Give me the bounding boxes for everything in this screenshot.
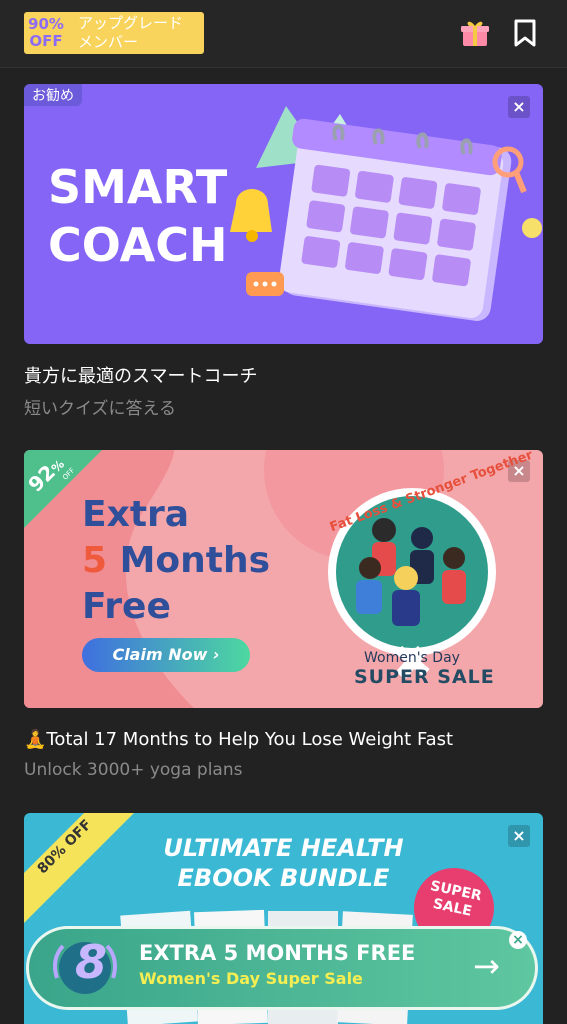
upgrade-label: アップグレード メンバー [78, 14, 183, 52]
upgrade-label-line2: メンバー [78, 33, 139, 51]
arrow-right-icon: → [473, 947, 500, 985]
smart-coach-card[interactable]: お勧め × SMART COACH [24, 84, 543, 344]
extra-months-card[interactable]: 92% OFF × Extra 5 Months Free Claim Now … [24, 450, 543, 708]
smart-coach-heading-line2: COACH [48, 218, 228, 272]
upgrade-discount-pct: 90% [28, 15, 64, 33]
card-subtitle: 短いクイズに答える [24, 399, 176, 419]
gift-icon[interactable] [460, 18, 490, 48]
promo-headline-number: 5 [82, 540, 108, 581]
claim-now-button[interactable]: Claim Now › [82, 638, 250, 672]
upgrade-member-button[interactable]: 90% OFF アップグレード メンバー [24, 12, 204, 54]
upgrade-discount: 90% OFF [24, 16, 68, 50]
card-title-text: Total 17 Months to Help You Lose Weight … [46, 729, 454, 750]
bookmark-icon[interactable] [512, 19, 538, 47]
card-title: 🧘Total 17 Months to Help You Lose Weight… [24, 729, 453, 750]
card-subtitle: Unlock 3000+ yoga plans [24, 760, 243, 780]
floating-banner-title: EXTRA 5 MONTHS FREE [139, 941, 416, 965]
event-name: Women's Day [364, 650, 460, 666]
smart-coach-heading-line1: SMART [48, 160, 228, 214]
smart-coach-heading: SMART COACH [48, 158, 228, 274]
meditation-icon: 🧘 [24, 729, 47, 750]
promo-headline: Extra 5 Months Free [82, 492, 270, 630]
close-icon[interactable]: × [509, 931, 527, 949]
promo-headline-months: Months [119, 540, 271, 581]
promo-headline-line3: Free [82, 586, 171, 627]
floating-promo-banner[interactable]: 8 EXTRA 5 MONTHS FREE Women's Day Super … [26, 926, 538, 1010]
floating-banner-subtitle: Women's Day Super Sale [139, 969, 363, 988]
upgrade-label-line1: アップグレード [78, 14, 184, 32]
upgrade-discount-off: OFF [29, 32, 63, 50]
promo-headline-line2: 5 Months [82, 538, 270, 584]
promo-number: 8 [75, 935, 108, 989]
ebook-headline-line1: ULTIMATE HEALTH [163, 834, 404, 862]
promo-headline-line1: Extra [82, 494, 190, 535]
close-icon[interactable]: × [508, 96, 530, 118]
top-bar: 90% OFF アップグレード メンバー [0, 0, 567, 68]
recommended-badge: お勧め [24, 84, 82, 106]
card-title: 貴方に最適のスマートコーチ [24, 366, 258, 387]
event-sale: SUPER SALE [354, 666, 495, 688]
